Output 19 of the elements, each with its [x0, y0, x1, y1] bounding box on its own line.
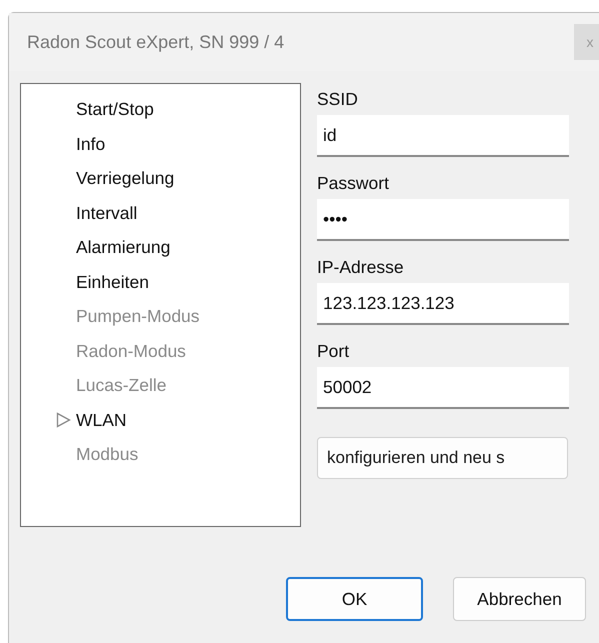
field-label: Port: [317, 340, 350, 363]
tree-item[interactable]: Start/Stop: [76, 96, 154, 122]
input-field[interactable]: id: [317, 115, 569, 157]
tree-item[interactable]: Intervall: [76, 200, 138, 226]
tree-item[interactable]: Alarmierung: [76, 234, 170, 260]
tree-item[interactable]: Einheiten: [76, 268, 149, 295]
tree-item[interactable]: Verriegelung: [76, 165, 174, 192]
field-label: IP-Adresse: [317, 256, 405, 279]
field-label: SSID: [317, 88, 359, 111]
dialog-button[interactable]: OK: [286, 577, 423, 621]
input-field[interactable]: ••••: [317, 199, 569, 241]
input-field[interactable]: 123.123.123.123: [317, 283, 569, 325]
field-label: Passwort: [317, 172, 390, 195]
configure-button[interactable]: konfigurieren und neu s: [317, 437, 568, 479]
tree-item[interactable]: WLAN: [76, 406, 127, 433]
tree-item[interactable]: Info: [76, 130, 106, 157]
input-field[interactable]: 50002: [317, 367, 569, 409]
dialog-button[interactable]: Abbrechen: [453, 577, 586, 621]
window-title: Radon Scout eXpert, SN 999 / 4: [27, 30, 284, 54]
